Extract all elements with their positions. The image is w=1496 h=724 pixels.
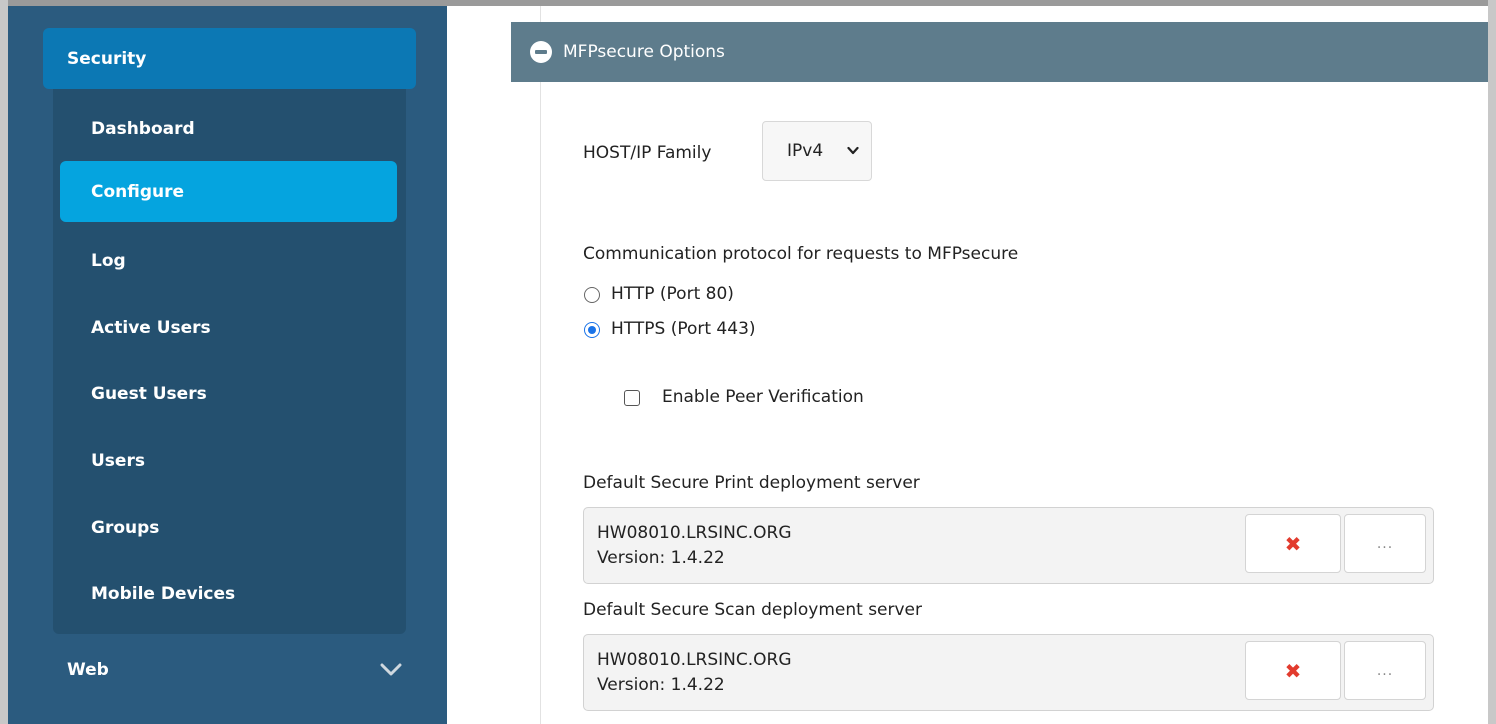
sidebar-item-mobile-devices[interactable]: Mobile Devices bbox=[60, 563, 397, 624]
sidebar-item-label: Dashboard bbox=[91, 118, 195, 139]
security-submenu: Dashboard Configure Log Active Users Gue… bbox=[53, 89, 406, 634]
scan-server-version: Version: 1.4.22 bbox=[597, 675, 725, 695]
ellipsis-icon: ... bbox=[1376, 662, 1394, 679]
panel-header[interactable]: MFPsecure Options bbox=[511, 22, 1488, 82]
sidebar-item-dashboard[interactable]: Dashboard bbox=[60, 98, 397, 159]
sidebar-item-groups[interactable]: Groups bbox=[60, 497, 397, 558]
sidebar-item-configure[interactable]: Configure bbox=[60, 161, 397, 222]
sidebar-item-label: Active Users bbox=[91, 317, 211, 338]
http-radio[interactable] bbox=[584, 287, 600, 303]
sidebar-item-label: Web bbox=[67, 659, 109, 680]
sidebar-item-label: Groups bbox=[91, 517, 160, 538]
scan-server-box: HW08010.LRSINC.ORG Version: 1.4.22 ✖ ... bbox=[583, 634, 1434, 711]
sidebar-item-label: Configure bbox=[91, 181, 185, 202]
close-icon: ✖ bbox=[1284, 658, 1302, 683]
chevron-down-icon bbox=[847, 146, 859, 155]
panel-title: MFPsecure Options bbox=[563, 42, 725, 62]
frame-left-border bbox=[0, 0, 8, 724]
browse-scan-server-button[interactable]: ... bbox=[1344, 641, 1426, 700]
sidebar-item-web[interactable]: Web bbox=[43, 639, 416, 700]
print-server-version: Version: 1.4.22 bbox=[597, 548, 725, 568]
sidebar-item-guest-users[interactable]: Guest Users bbox=[60, 363, 397, 424]
host-family-select[interactable]: IPv4 bbox=[762, 121, 872, 181]
peer-verification-label[interactable]: Enable Peer Verification bbox=[662, 387, 864, 407]
sidebar-section-security[interactable]: Security bbox=[43, 28, 416, 89]
frame-right-border bbox=[1488, 0, 1496, 724]
remove-print-server-button[interactable]: ✖ bbox=[1245, 514, 1341, 573]
sidebar-item-label: Log bbox=[91, 250, 126, 271]
print-server-label: Default Secure Print deployment server bbox=[583, 473, 920, 493]
sidebar-item-log[interactable]: Log bbox=[60, 230, 397, 291]
content-divider bbox=[540, 6, 541, 724]
peer-verification-checkbox[interactable] bbox=[624, 390, 640, 406]
close-icon: ✖ bbox=[1284, 531, 1302, 556]
sidebar-item-label: Users bbox=[91, 450, 145, 471]
remove-scan-server-button[interactable]: ✖ bbox=[1245, 641, 1341, 700]
scan-server-label: Default Secure Scan deployment server bbox=[583, 600, 923, 620]
print-server-box: HW08010.LRSINC.ORG Version: 1.4.22 ✖ ... bbox=[583, 507, 1434, 584]
sidebar-section-label: Security bbox=[67, 48, 147, 69]
chevron-down-icon bbox=[380, 663, 402, 675]
https-radio[interactable] bbox=[584, 322, 600, 338]
browse-print-server-button[interactable]: ... bbox=[1344, 514, 1426, 573]
https-radio-label[interactable]: HTTPS (Port 443) bbox=[611, 319, 756, 339]
collapse-icon[interactable] bbox=[530, 41, 552, 63]
host-family-value: IPv4 bbox=[787, 141, 824, 161]
host-family-label: HOST/IP Family bbox=[583, 143, 712, 163]
scan-server-name: HW08010.LRSINC.ORG bbox=[597, 650, 792, 670]
sidebar: Security Dashboard Configure Log Active … bbox=[8, 6, 447, 724]
sidebar-item-users[interactable]: Users bbox=[60, 430, 397, 491]
ellipsis-icon: ... bbox=[1376, 535, 1394, 552]
print-server-name: HW08010.LRSINC.ORG bbox=[597, 523, 792, 543]
sidebar-item-label: Mobile Devices bbox=[91, 583, 236, 604]
sidebar-item-active-users[interactable]: Active Users bbox=[60, 297, 397, 358]
protocol-label: Communication protocol for requests to M… bbox=[583, 244, 1019, 264]
http-radio-label[interactable]: HTTP (Port 80) bbox=[611, 284, 734, 304]
sidebar-item-label: Guest Users bbox=[91, 383, 207, 404]
